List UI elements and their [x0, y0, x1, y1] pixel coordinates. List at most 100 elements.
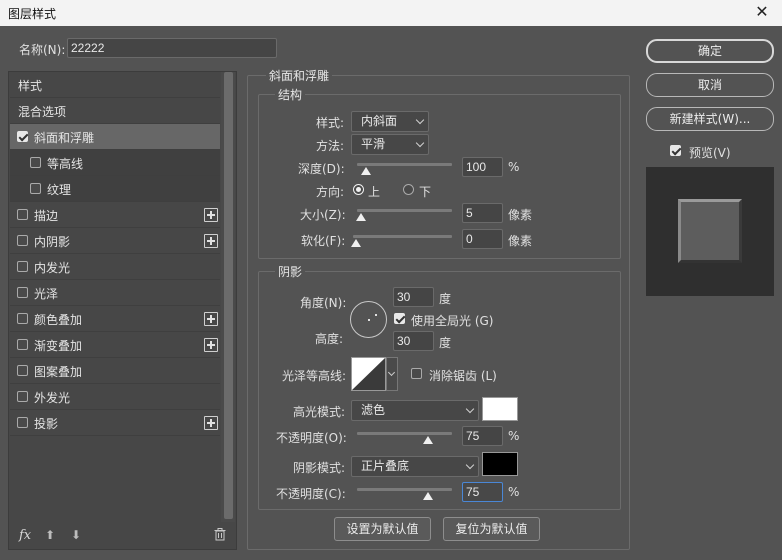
style-item-7[interactable]: 光泽 — [10, 280, 220, 306]
angle-dial[interactable] — [350, 301, 387, 338]
style-item-checkbox[interactable] — [17, 287, 28, 298]
style-item-checkbox[interactable] — [17, 391, 28, 402]
style-item-checkbox[interactable] — [17, 131, 28, 142]
add-effect-icon[interactable] — [204, 208, 218, 222]
antialias-checkbox[interactable] — [411, 368, 422, 379]
style-item-6[interactable]: 内发光 — [10, 254, 220, 280]
style-item-5[interactable]: 内阴影 — [10, 228, 220, 254]
blending-options-item[interactable]: 混合选项 — [10, 98, 220, 124]
add-effect-icon[interactable] — [204, 338, 218, 352]
make-default-button[interactable]: 设置为默认值 — [334, 517, 431, 541]
size-slider-thumb[interactable] — [356, 213, 366, 221]
style-item-8[interactable]: 颜色叠加 — [10, 306, 220, 332]
add-effect-icon[interactable] — [204, 312, 218, 326]
depth-input[interactable]: 100 — [462, 157, 503, 177]
preview-checkbox[interactable] — [670, 145, 681, 156]
style-item-4[interactable]: 描边 — [10, 202, 220, 228]
trash-icon[interactable] — [214, 528, 226, 544]
size-label: 大小(Z): — [300, 208, 346, 222]
gloss-contour-dropdown[interactable] — [386, 357, 398, 391]
reset-default-button[interactable]: 复位为默认值 — [443, 517, 540, 541]
shadow-color-swatch[interactable] — [482, 452, 518, 476]
shadow-opacity-input[interactable]: 75 — [462, 482, 503, 502]
highlight-opacity-input[interactable]: 75 — [462, 426, 503, 446]
size-input[interactable]: 5 — [462, 203, 503, 223]
style-item-label: 图案叠加 — [34, 365, 83, 379]
altitude-label: 高度: — [315, 332, 344, 346]
style-item-label: 等高线 — [47, 157, 84, 171]
method-label: 方法: — [316, 139, 345, 153]
angle-label: 角度(N): — [300, 296, 347, 310]
cancel-button[interactable]: 取消 — [646, 73, 774, 97]
style-item-11[interactable]: 外发光 — [10, 384, 220, 410]
style-item-checkbox[interactable] — [17, 235, 28, 246]
soften-unit: 像素 — [508, 234, 533, 248]
depth-slider-thumb[interactable] — [361, 167, 371, 175]
technique-select[interactable]: 平滑 — [351, 134, 429, 155]
angle-dial-center — [368, 319, 370, 321]
angle-dial-marker — [375, 314, 377, 316]
style-item-label: 外发光 — [34, 391, 71, 405]
soften-input[interactable]: 0 — [462, 229, 503, 249]
styles-header[interactable]: 样式 — [10, 72, 220, 98]
bevel-style-select[interactable]: 内斜面 — [351, 111, 429, 132]
style-item-checkbox[interactable] — [17, 417, 28, 428]
global-light-checkbox[interactable] — [394, 313, 405, 324]
direction-down-radio[interactable] — [403, 184, 414, 195]
window-title: 图层样式 — [8, 7, 57, 21]
style-item-checkbox[interactable] — [30, 157, 41, 168]
style-item-checkbox[interactable] — [17, 261, 28, 272]
shadow-opacity-thumb[interactable] — [423, 492, 433, 500]
style-item-3[interactable]: 纹理 — [10, 176, 220, 202]
contour-curve-icon — [352, 358, 385, 390]
add-effect-icon[interactable] — [204, 234, 218, 248]
name-input[interactable]: 22222 — [67, 38, 277, 58]
style-item-1[interactable]: 斜面和浮雕 — [10, 124, 220, 150]
shadow-opacity-track[interactable] — [357, 488, 452, 491]
size-unit: 像素 — [508, 208, 533, 222]
style-item-checkbox[interactable] — [17, 313, 28, 324]
close-icon[interactable]: ✕ — [752, 2, 772, 22]
move-down-icon[interactable]: ⬇ — [71, 528, 81, 542]
new-style-button[interactable]: 新建样式(W)... — [646, 107, 774, 131]
title-bar: 图层样式 ✕ — [0, 0, 782, 26]
style-item-label: 内发光 — [34, 261, 71, 275]
direction-down-label: 下 — [419, 185, 432, 199]
style-item-checkbox[interactable] — [17, 209, 28, 220]
chevron-down-icon — [465, 404, 475, 414]
shadow-mode-select[interactable]: 正片叠底 — [351, 456, 479, 477]
style-item-9[interactable]: 渐变叠加 — [10, 332, 220, 358]
direction-up-radio[interactable] — [353, 184, 364, 195]
ok-button[interactable]: 确定 — [646, 39, 774, 63]
gloss-contour-label: 光泽等高线: — [282, 369, 347, 383]
highlight-opacity-thumb[interactable] — [423, 436, 433, 444]
style-item-10[interactable]: 图案叠加 — [10, 358, 220, 384]
chevron-down-icon — [465, 460, 475, 470]
move-up-icon[interactable]: ⬆ — [45, 528, 55, 542]
soften-slider-thumb[interactable] — [351, 239, 361, 247]
style-item-12[interactable]: 投影 — [10, 410, 220, 436]
highlight-opacity-track[interactable] — [357, 432, 452, 435]
style-item-2[interactable]: 等高线 — [10, 150, 220, 176]
gloss-contour-picker[interactable] — [351, 357, 386, 391]
scrollbar-thumb[interactable] — [224, 72, 233, 519]
soften-label: 软化(F): — [301, 234, 346, 248]
highlight-color-swatch[interactable] — [482, 397, 518, 421]
styles-list-panel: 样式 混合选项 斜面和浮雕等高线纹理 描边 内阴影内发光光泽颜色叠加渐变叠加图案叠加… — [8, 71, 237, 550]
styles-list-scrollbar[interactable] — [221, 72, 235, 522]
add-effect-icon[interactable] — [204, 416, 218, 430]
highlight-mode-select[interactable]: 滤色 — [351, 400, 479, 421]
shading-title: 阴影 — [275, 263, 306, 280]
fx-icon[interactable]: fx — [19, 528, 31, 543]
style-item-label: 颜色叠加 — [34, 313, 83, 327]
chevron-down-icon — [387, 368, 396, 377]
style-item-checkbox[interactable] — [30, 183, 41, 194]
depth-slider-track[interactable] — [357, 163, 452, 166]
angle-input[interactable]: 30 — [393, 287, 434, 307]
soften-slider-track[interactable] — [353, 235, 452, 238]
altitude-input[interactable]: 30 — [393, 331, 434, 351]
style-item-checkbox[interactable] — [17, 365, 28, 376]
preview-swatch — [678, 199, 742, 263]
style-item-checkbox[interactable] — [17, 339, 28, 350]
size-slider-track[interactable] — [357, 209, 452, 212]
